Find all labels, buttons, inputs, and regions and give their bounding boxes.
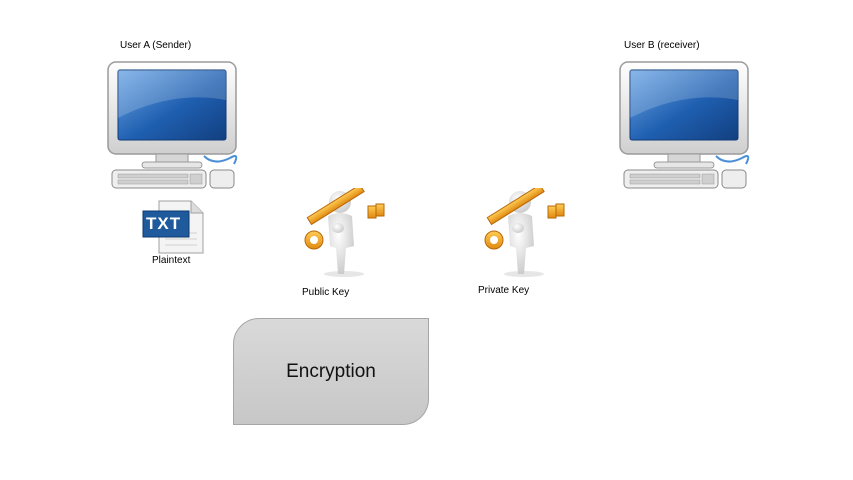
txt-badge: TXT: [146, 214, 182, 233]
receiver-label: User B (receiver): [624, 40, 700, 51]
public-key-label: Public Key: [302, 287, 350, 298]
sender-label: User A (Sender): [120, 40, 192, 51]
sender-computer-icon: [106, 60, 238, 190]
private-key-figure-icon: [478, 184, 570, 280]
encryption-label: Encryption: [286, 360, 376, 382]
private-key-label: Private Key: [478, 285, 530, 296]
public-key-figure-icon: [298, 184, 390, 280]
encryption-process-box: Encryption: [233, 318, 429, 425]
plaintext-label: Plaintext: [152, 255, 191, 266]
receiver-computer-icon: [618, 60, 750, 190]
